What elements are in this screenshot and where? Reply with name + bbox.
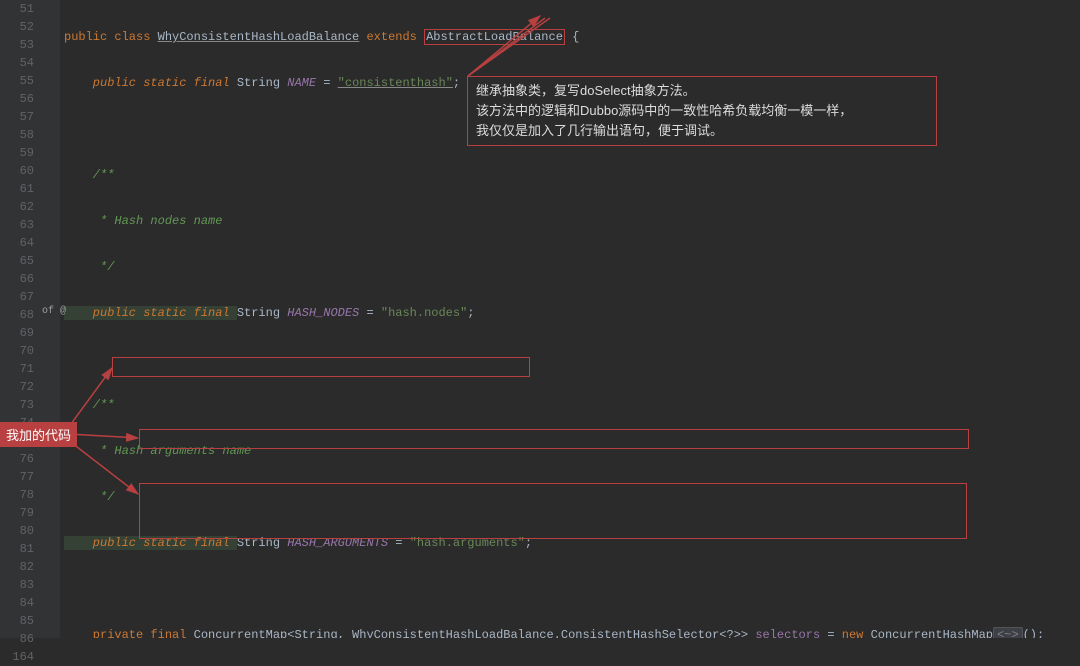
line-number: 79: [0, 504, 34, 522]
line-number: 73: [0, 396, 34, 414]
line-number: 69: [0, 324, 34, 342]
code-line[interactable]: public static final String HASH_NODES = …: [64, 304, 1080, 322]
line-number: 65: [0, 252, 34, 270]
line-number: 70: [0, 342, 34, 360]
line-number: 60: [0, 162, 34, 180]
code-line[interactable]: * Hash arguments name: [64, 442, 1080, 460]
line-number: 85: [0, 612, 34, 630]
line-number: 68: [0, 306, 34, 324]
line-number: 77: [0, 468, 34, 486]
callout-line: 我仅仅是加入了几行输出语句，便于调试。: [476, 121, 928, 141]
line-number: 72: [0, 378, 34, 396]
callout-line: 继承抽象类，复写doSelect抽象方法。: [476, 81, 928, 101]
line-number: 76: [0, 450, 34, 468]
line-number: 61: [0, 180, 34, 198]
line-number: 63: [0, 216, 34, 234]
line-number: 71: [0, 360, 34, 378]
code-line[interactable]: * Hash nodes name: [64, 212, 1080, 230]
code-line[interactable]: public class WhyConsistentHashLoadBalanc…: [64, 28, 1080, 46]
line-number: 67: [0, 288, 34, 306]
line-number: 80: [0, 522, 34, 540]
line-number: 56: [0, 90, 34, 108]
line-number: 82: [0, 558, 34, 576]
line-number: 83: [0, 576, 34, 594]
line-number: 81: [0, 540, 34, 558]
annotation-callout: 继承抽象类，复写doSelect抽象方法。 该方法中的逻辑和Dubbo源码中的一…: [467, 76, 937, 146]
code-line[interactable]: /**: [64, 166, 1080, 184]
code-line[interactable]: private final ConcurrentMap<String, WhyC…: [64, 626, 1080, 638]
line-number: 86: [0, 630, 34, 648]
line-number-gutter: 51 52 53 54 55 56 57 58 59 60 61 62 63 6…: [0, 0, 42, 638]
line-number: 54: [0, 54, 34, 72]
override-gutter-icon[interactable]: of @: [42, 306, 66, 317]
line-number: 164: [0, 648, 34, 666]
line-number: 51: [0, 0, 34, 18]
line-number: 55: [0, 72, 34, 90]
gutter-icons: [42, 0, 60, 638]
code-line[interactable]: */: [64, 258, 1080, 276]
line-number: 59: [0, 144, 34, 162]
line-number: 53: [0, 36, 34, 54]
line-number: 52: [0, 18, 34, 36]
code-line[interactable]: public static final String HASH_ARGUMENT…: [64, 534, 1080, 552]
line-number: 84: [0, 594, 34, 612]
code-line[interactable]: /**: [64, 396, 1080, 414]
line-number: 66: [0, 270, 34, 288]
annotation-sidebar-label: 我加的代码: [0, 422, 77, 447]
code-line[interactable]: */: [64, 488, 1080, 506]
line-number: 78: [0, 486, 34, 504]
line-number: 57: [0, 108, 34, 126]
line-number: 64: [0, 234, 34, 252]
line-number: 58: [0, 126, 34, 144]
callout-line: 该方法中的逻辑和Dubbo源码中的一致性哈希负载均衡一模一样，: [476, 101, 928, 121]
line-number: 62: [0, 198, 34, 216]
